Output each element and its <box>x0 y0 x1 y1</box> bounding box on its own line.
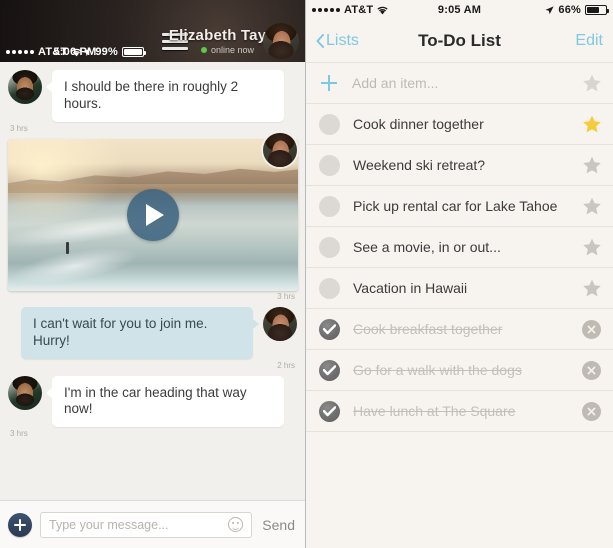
message-row-incoming: I'm in the car heading that way now! <box>0 375 305 428</box>
add-item-row[interactable]: Add an item... <box>306 63 613 104</box>
message-row-media <box>0 132 305 291</box>
online-status-label: online now <box>210 45 254 55</box>
todo-item-label: See a movie, in or out... <box>353 239 501 255</box>
status-bar-left-group: AT&T <box>312 4 388 16</box>
message-row-incoming: I should be there in roughly 2 hours. <box>0 70 305 122</box>
play-button-icon[interactable] <box>127 188 179 241</box>
contact-avatar[interactable] <box>263 23 299 59</box>
avatar[interactable] <box>8 375 42 410</box>
todo-row-completed[interactable]: Have lunch at The Square <box>306 391 613 432</box>
message-input-bar: Type your message... Send <box>0 500 305 548</box>
battery-icon <box>121 47 146 57</box>
todo-item-label: Weekend ski retreat? <box>353 157 486 173</box>
checkmark-icon[interactable] <box>319 359 340 381</box>
smiley-emoji-icon[interactable] <box>228 517 244 532</box>
todo-app-panel: AT&T 9:05 AM 66% Lists To-Do List Edit A… <box>306 0 613 548</box>
message-bubble[interactable]: I'm in the car heading that way now! <box>46 375 284 428</box>
message-row-outgoing: I can't wait for you to join me. Hurry! <box>0 306 305 359</box>
location-arrow-icon <box>82 47 91 57</box>
message-bubble[interactable]: I can't wait for you to join me. Hurry! <box>21 306 259 359</box>
message-input-field[interactable]: Type your message... <box>40 511 253 538</box>
checkmark-icon[interactable] <box>319 400 340 422</box>
todo-row[interactable]: Weekend ski retreat? <box>306 145 613 186</box>
message-thread[interactable]: I should be there in roughly 2 hours. 3 … <box>0 62 305 500</box>
message-timestamp: 3 hrs <box>10 429 28 439</box>
delete-item-icon[interactable] <box>582 360 601 380</box>
status-bar-right: AT&T 9:05 AM 66% <box>306 0 613 20</box>
todo-item-label: Cook dinner together <box>353 116 484 132</box>
back-button-label: Lists <box>326 32 359 49</box>
message-timestamp: 3 hrs <box>10 123 28 133</box>
star-outline-icon[interactable] <box>581 278 603 299</box>
todo-checkbox-circle[interactable] <box>319 113 340 135</box>
send-button[interactable]: Send <box>260 517 297 533</box>
status-bar-left: AT&T 5:00 PM 99% <box>0 42 150 62</box>
todo-checkbox-circle[interactable] <box>319 195 340 217</box>
todo-row-completed[interactable]: Go for a walk with the dogs <box>306 350 613 391</box>
delete-item-icon[interactable] <box>582 319 601 339</box>
checkmark-icon[interactable] <box>319 318 340 340</box>
status-bar-left-group: AT&T <box>6 46 82 58</box>
todo-row[interactable]: Vacation in Hawaii <box>306 268 613 309</box>
star-filled-icon[interactable] <box>581 114 603 135</box>
todo-row[interactable]: Cook dinner together <box>306 104 613 145</box>
todo-row[interactable]: Pick up rental car for Lake Tahoe <box>306 186 613 227</box>
todo-checkbox-circle[interactable] <box>319 154 340 176</box>
todo-item-label: Cook breakfast together <box>353 321 503 337</box>
carrier-label: AT&T <box>344 4 374 16</box>
battery-percent-label: 99% <box>95 46 118 58</box>
star-outline-icon[interactable] <box>581 196 603 217</box>
plus-attachment-icon[interactable] <box>8 512 32 537</box>
edit-button[interactable]: Edit <box>575 32 603 50</box>
todo-item-label: Vacation in Hawaii <box>353 280 468 296</box>
status-bar-right-group: 66% <box>545 4 609 16</box>
add-item-input[interactable]: Add an item... <box>352 75 581 91</box>
location-arrow-icon <box>545 5 554 15</box>
message-timestamp: 2 hrs <box>277 360 295 370</box>
delete-item-icon[interactable] <box>582 401 601 421</box>
todo-item-list: Add an item... Cook dinner together Week… <box>306 62 613 432</box>
star-outline-icon[interactable] <box>581 73 603 94</box>
todo-navigation-bar: Lists To-Do List Edit <box>306 20 613 62</box>
decorative-surfer <box>66 242 69 255</box>
avatar[interactable] <box>263 132 297 167</box>
video-thumbnail[interactable] <box>8 138 298 291</box>
signal-strength-dots <box>312 8 340 12</box>
message-input-placeholder: Type your message... <box>49 517 169 532</box>
online-status: online now <box>200 45 254 55</box>
hamburger-menu-icon[interactable] <box>161 31 188 51</box>
message-timestamp: 3 hrs <box>277 291 295 301</box>
avatar[interactable] <box>263 306 297 341</box>
todo-row-completed[interactable]: Cook breakfast together <box>306 309 613 350</box>
wifi-icon <box>377 6 388 15</box>
wifi-icon <box>71 48 82 57</box>
battery-icon <box>585 5 609 15</box>
todo-row[interactable]: See a movie, in or out... <box>306 227 613 268</box>
chat-header-bar: Elizabeth Taylor online now <box>150 20 305 62</box>
back-to-lists-button[interactable]: Lists <box>316 32 359 50</box>
star-outline-icon[interactable] <box>581 237 603 258</box>
chevron-left-icon <box>316 34 324 48</box>
carrier-label: AT&T <box>38 46 68 58</box>
todo-checkbox-circle[interactable] <box>319 236 340 258</box>
todo-item-label: Pick up rental car for Lake Tahoe <box>353 198 558 214</box>
chat-header: AT&T 5:00 PM 99% Elizabeth Taylor online… <box>0 0 305 62</box>
star-outline-icon[interactable] <box>581 155 603 176</box>
avatar[interactable] <box>8 70 42 104</box>
todo-checkbox-circle[interactable] <box>319 277 340 299</box>
messaging-app-panel: AT&T 5:00 PM 99% Elizabeth Taylor online… <box>0 0 306 548</box>
todo-item-label: Have lunch at The Square <box>353 403 516 419</box>
message-bubble[interactable]: I should be there in roughly 2 hours. <box>46 70 284 122</box>
signal-strength-dots <box>6 50 34 54</box>
plus-icon[interactable] <box>319 73 339 93</box>
todo-item-label: Go for a walk with the dogs <box>353 362 522 378</box>
battery-percent-label: 66% <box>558 4 581 16</box>
online-status-dot <box>200 47 207 53</box>
status-bar-right-group: 99% <box>82 46 146 58</box>
